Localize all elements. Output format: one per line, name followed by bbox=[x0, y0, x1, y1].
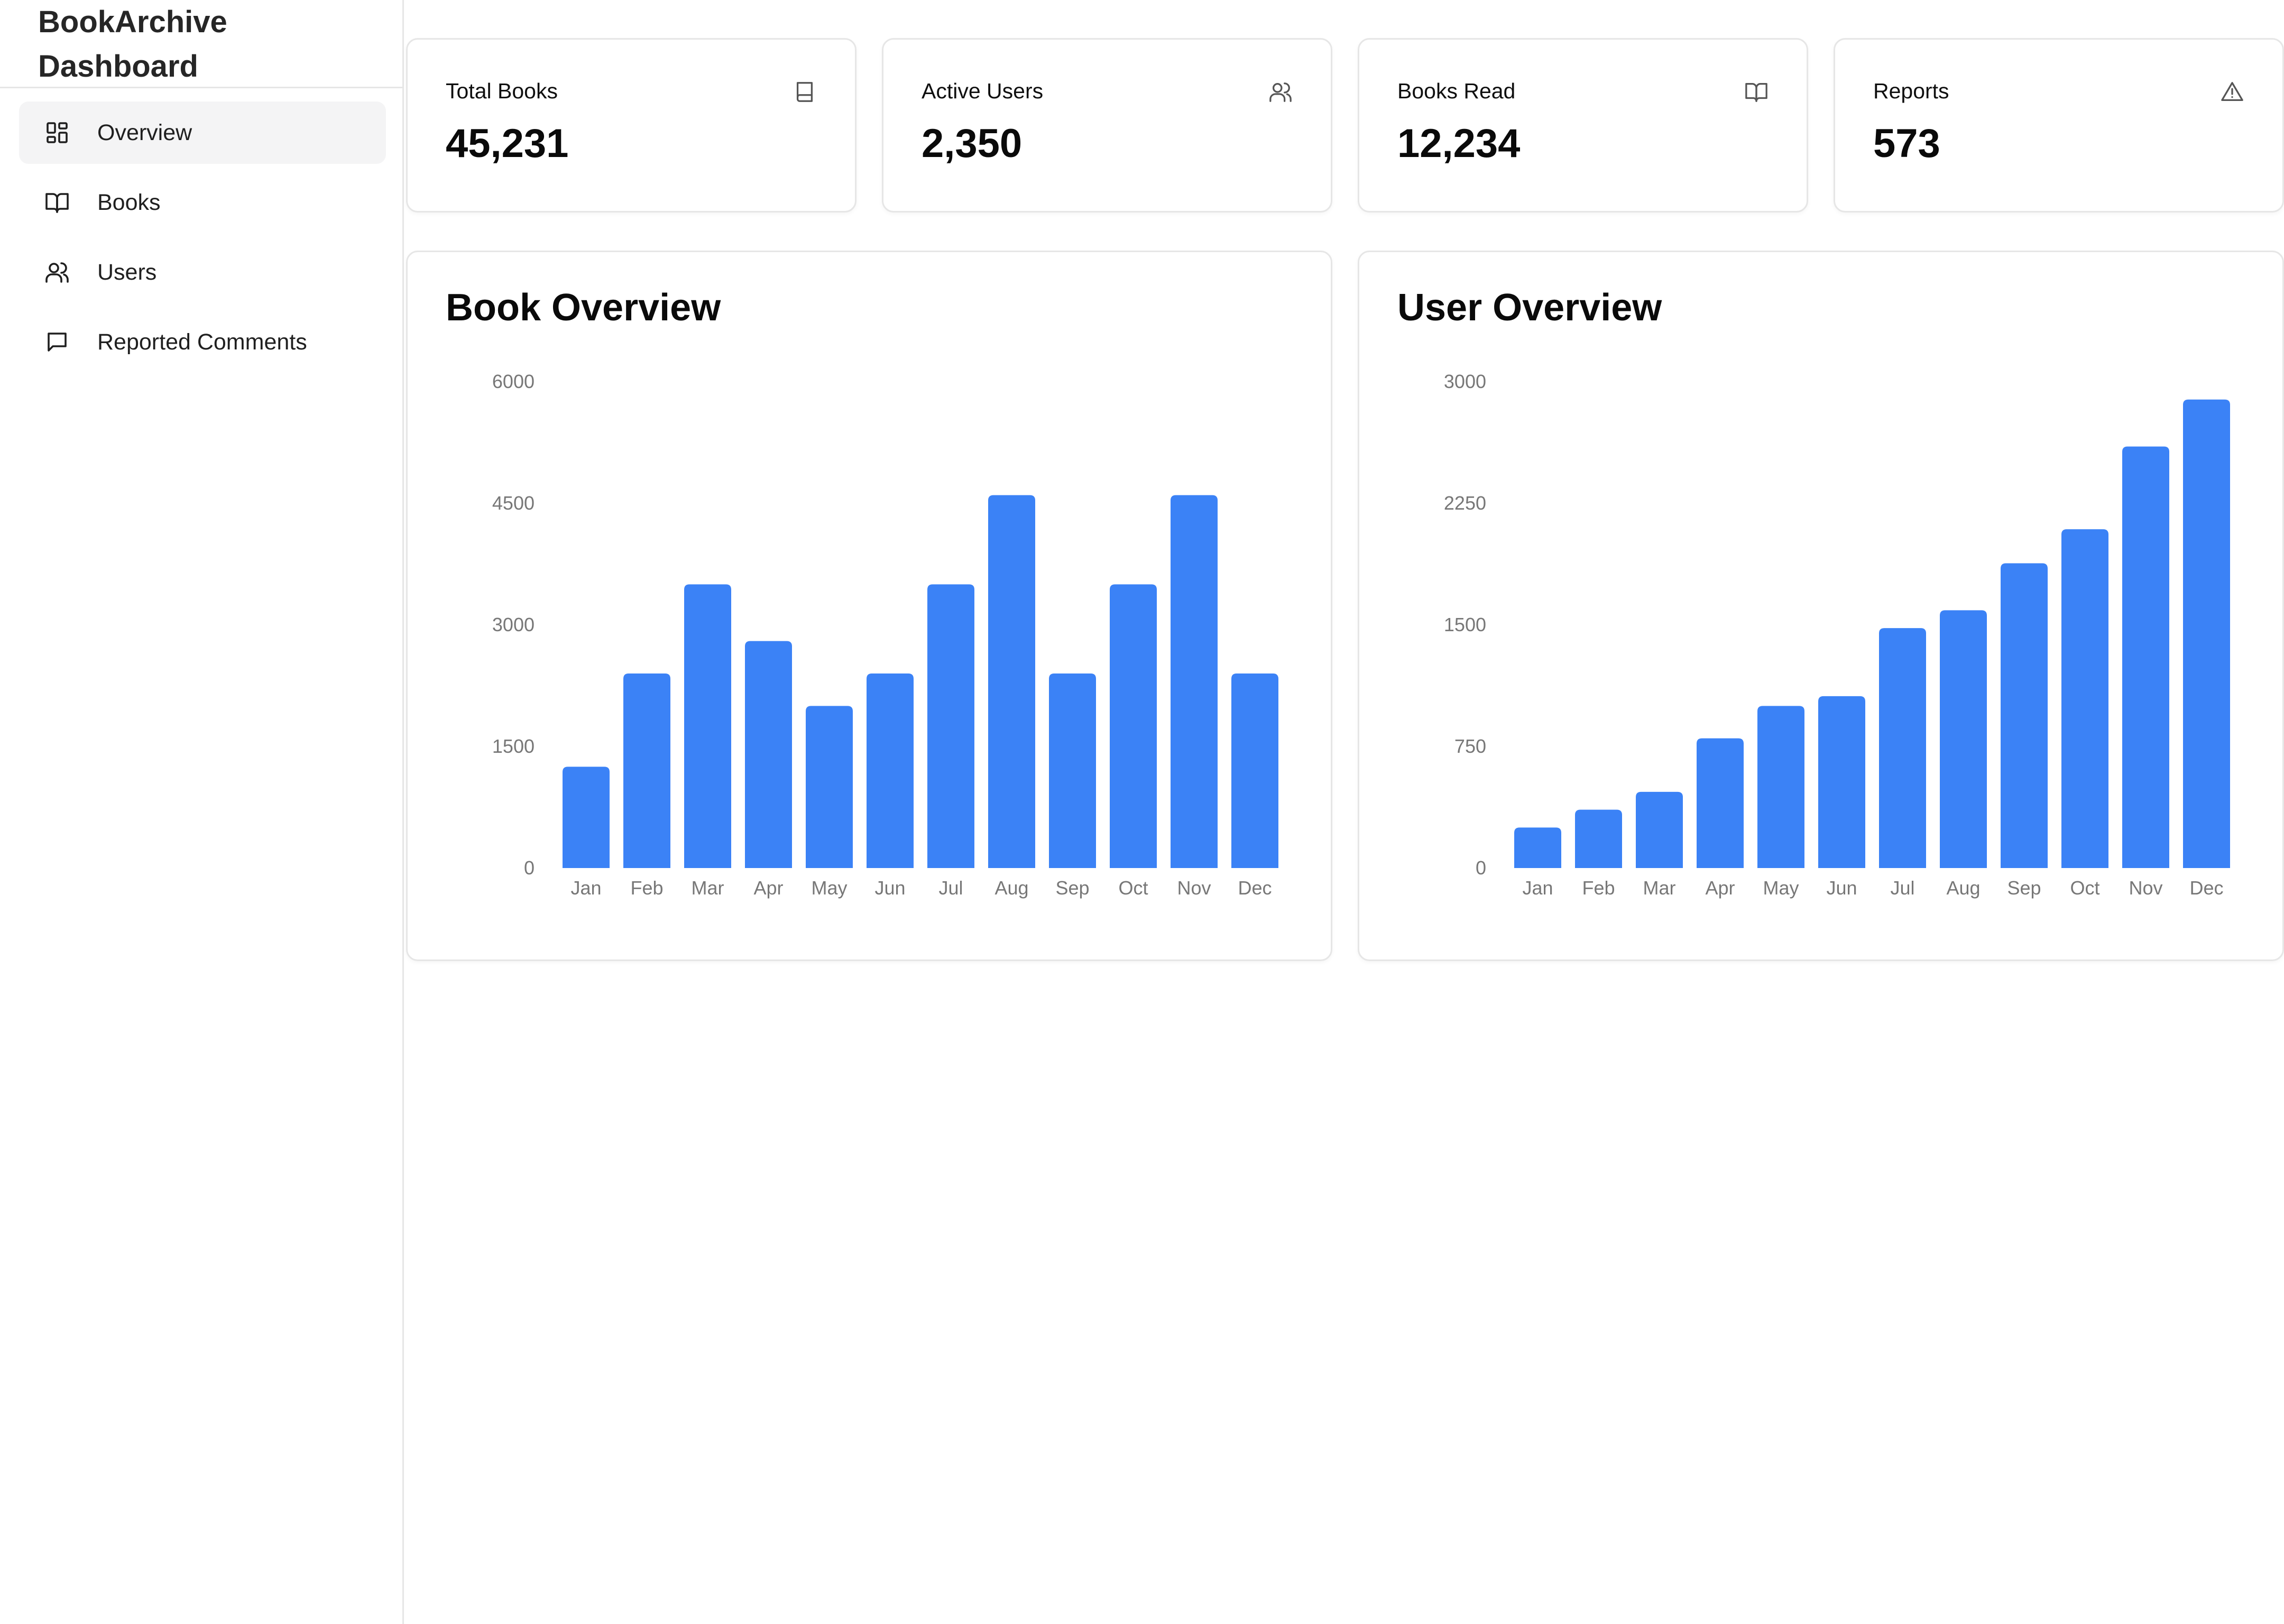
sidebar-item-label: Reported Comments bbox=[97, 329, 307, 355]
chart-bar-feb bbox=[1575, 809, 1622, 868]
y-tick-label: 4500 bbox=[492, 492, 535, 514]
stat-title: Reports bbox=[1873, 79, 1949, 103]
chart-bar-jan bbox=[1514, 827, 1561, 868]
x-tick-label: Jul bbox=[1890, 877, 1914, 899]
chart-bar-feb bbox=[623, 673, 670, 868]
x-tick-label: Dec bbox=[2189, 877, 2223, 899]
app-title: BookArchive Dashboard bbox=[38, 5, 227, 84]
chart-bar-dec bbox=[2183, 399, 2230, 868]
stat-card-total-books: Total Books 45,231 bbox=[406, 38, 856, 213]
stat-value: 45,231 bbox=[446, 121, 569, 166]
stat-card-reports: Reports 573 bbox=[1834, 38, 2284, 213]
y-tick-label: 0 bbox=[524, 857, 535, 879]
y-tick-label: 0 bbox=[1476, 857, 1486, 879]
message-square-icon bbox=[44, 329, 70, 355]
chart-bar-mar bbox=[684, 584, 731, 868]
y-tick-label: 3000 bbox=[492, 614, 535, 635]
chart-bar-may bbox=[806, 706, 853, 868]
chart-bar-jun bbox=[867, 673, 914, 868]
chart-bar-oct bbox=[1110, 584, 1157, 868]
chart-bar-jun bbox=[1818, 696, 1865, 868]
chart-bar-sep bbox=[1049, 673, 1096, 868]
x-tick-label: Feb bbox=[1582, 877, 1615, 899]
alert-triangle-icon bbox=[2220, 80, 2244, 104]
x-tick-label: Nov bbox=[2129, 877, 2162, 899]
book-overview-chart: 0 1500 3000 4500 6000 Jan Feb Mar Apr May Jun Jul Au… bbox=[492, 371, 1278, 899]
stat-value: 2,350 bbox=[922, 121, 1023, 166]
chart-bar-mar bbox=[1636, 791, 1683, 868]
sidebar-item-label: Overview bbox=[97, 120, 192, 145]
book-open-icon bbox=[44, 190, 70, 215]
y-tick-label: 3000 bbox=[1444, 371, 1486, 392]
x-tick-label: Oct bbox=[2070, 877, 2099, 899]
x-tick-label: Aug bbox=[994, 877, 1028, 899]
x-tick-label: Jul bbox=[938, 877, 963, 899]
x-tick-label: Apr bbox=[753, 877, 783, 899]
book-icon bbox=[793, 80, 817, 104]
chart-bar-nov bbox=[2122, 446, 2169, 868]
stat-card-books-read: Books Read 12,234 bbox=[1358, 38, 1808, 213]
book-overview-card: Book Overview 0 1500 3000 4500 6000 Jan Feb Mar… bbox=[406, 251, 1332, 961]
chart-bar-dec bbox=[1231, 673, 1278, 868]
x-tick-label: Jan bbox=[570, 877, 601, 899]
y-tick-label: 6000 bbox=[492, 371, 535, 392]
sidebar-item-reported-comments[interactable]: Reported Comments bbox=[19, 311, 386, 373]
sidebar: BookArchive Dashboard Overview Books Use… bbox=[0, 0, 404, 1624]
stat-title: Books Read bbox=[1397, 79, 1516, 103]
x-tick-label: Mar bbox=[692, 877, 724, 899]
sidebar-item-label: Users bbox=[97, 260, 157, 285]
chart-bar-jul bbox=[1879, 628, 1926, 868]
chart-bar-jul bbox=[927, 584, 974, 868]
x-tick-label: Sep bbox=[2007, 877, 2041, 899]
y-tick-label: 1500 bbox=[492, 735, 535, 757]
sidebar-item-books[interactable]: Books bbox=[19, 171, 386, 234]
x-tick-label: Jun bbox=[874, 877, 905, 899]
stat-value: 573 bbox=[1873, 121, 1940, 166]
y-tick-label: 2250 bbox=[1444, 492, 1486, 514]
users-icon bbox=[1268, 80, 1293, 104]
chart-bar-aug bbox=[1940, 610, 1987, 868]
chart-bar-apr bbox=[1697, 738, 1744, 868]
x-tick-label: Jun bbox=[1826, 877, 1857, 899]
x-tick-label: Aug bbox=[1946, 877, 1980, 899]
chart-bar-sep bbox=[2001, 563, 2048, 868]
x-tick-label: Dec bbox=[1238, 877, 1272, 899]
sidebar-item-users[interactable]: Users bbox=[19, 241, 386, 303]
chart-bar-nov bbox=[1171, 495, 1218, 868]
x-tick-label: Feb bbox=[630, 877, 663, 899]
stat-value: 12,234 bbox=[1397, 121, 1521, 166]
stat-card-active-users: Active Users 2,350 bbox=[882, 38, 1332, 213]
x-tick-label: Mar bbox=[1643, 877, 1676, 899]
chart-bar-jan bbox=[563, 767, 610, 868]
user-overview-chart: 0 750 1500 2250 3000 Jan Feb Mar Apr May Jun Jul Aug… bbox=[1444, 371, 2230, 899]
sidebar-nav: Overview Books Users Reported Comments bbox=[19, 102, 386, 381]
chart-bar-oct bbox=[2061, 529, 2108, 868]
sidebar-item-overview[interactable]: Overview bbox=[19, 102, 386, 164]
sidebar-item-label: Books bbox=[97, 190, 161, 215]
x-tick-label: Apr bbox=[1705, 877, 1735, 899]
dashboard-icon bbox=[44, 120, 70, 145]
user-overview-card: User Overview 0 750 1500 2250 3000 Jan Feb Mar A… bbox=[1358, 251, 2284, 961]
x-tick-label: Sep bbox=[1055, 877, 1089, 899]
chart-bar-aug bbox=[988, 495, 1035, 868]
x-tick-label: May bbox=[811, 877, 847, 899]
chart-bar-may bbox=[1757, 706, 1804, 868]
x-tick-label: Nov bbox=[1177, 877, 1211, 899]
x-tick-label: Oct bbox=[1118, 877, 1148, 899]
y-tick-label: 750 bbox=[1454, 735, 1486, 757]
sidebar-divider bbox=[0, 87, 402, 88]
stat-title: Active Users bbox=[922, 79, 1044, 103]
book-open-icon bbox=[1744, 80, 1769, 104]
chart-bar-apr bbox=[745, 641, 792, 868]
y-tick-label: 1500 bbox=[1444, 614, 1486, 635]
x-tick-label: Jan bbox=[1522, 877, 1553, 899]
stat-title: Total Books bbox=[446, 79, 558, 103]
users-icon bbox=[44, 260, 70, 285]
x-tick-label: May bbox=[1763, 877, 1799, 899]
